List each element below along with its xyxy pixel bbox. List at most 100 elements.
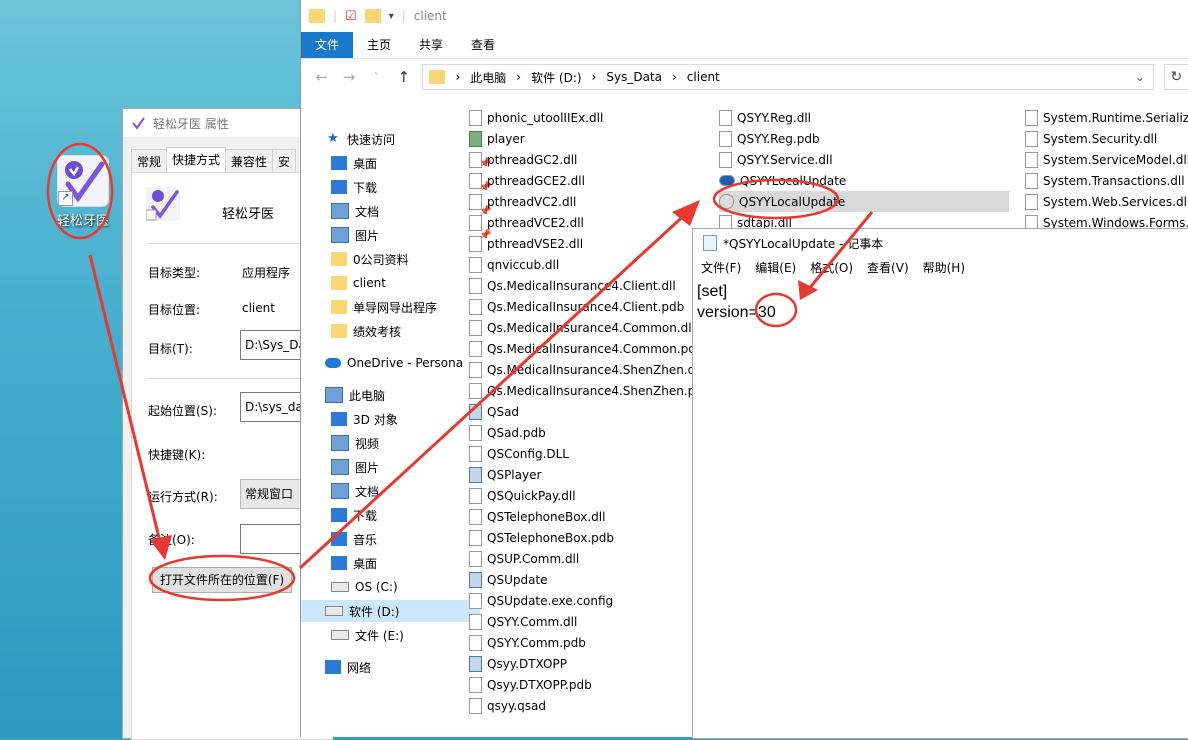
- new-folder-icon[interactable]: [364, 9, 381, 23]
- nav-item-label: 快速访问: [347, 132, 396, 147]
- tab-file[interactable]: 文件: [301, 32, 354, 58]
- nav-item[interactable]: 此电脑: [325, 384, 385, 406]
- file-item[interactable]: QSTelephoneBox.dll: [469, 506, 605, 527]
- file-item[interactable]: qnviccub.dll: [469, 254, 559, 275]
- breadcrumb-sys-data[interactable]: Sys_Data: [606, 70, 662, 84]
- tab-shortcut[interactable]: 快捷方式: [166, 147, 227, 173]
- file-item[interactable]: QSYY.Service.dll: [719, 149, 833, 170]
- file-item[interactable]: System.ServiceModel.dll: [1025, 149, 1188, 170]
- file-item[interactable]: pthreadGC2.dll: [469, 149, 577, 170]
- file-item[interactable]: QSad: [469, 401, 519, 422]
- file-item[interactable]: Qs.MedicalInsurance4.Common.pdb: [469, 338, 704, 359]
- file-item[interactable]: QSYY.Comm.dll: [469, 611, 577, 632]
- nav-item[interactable]: 桌面 📌: [331, 152, 491, 174]
- chevron-down-icon[interactable]: ▾: [389, 11, 394, 22]
- folder-icon[interactable]: [309, 9, 325, 23]
- chevron-down-icon[interactable]: ⌄: [1135, 70, 1145, 84]
- file-item[interactable]: Qs.MedicalInsurance4.ShenZhen.dll: [469, 359, 702, 380]
- file-item[interactable]: System.Runtime.Serializatio: [1025, 107, 1188, 128]
- nav-item[interactable]: 软件 (D:): [301, 600, 480, 622]
- notepad-titlebar[interactable]: *QSYYLocalUpdate - 记事本: [693, 229, 1188, 257]
- desktop-icon: [331, 156, 347, 170]
- breadcrumb-drive-d[interactable]: 软件 (D:): [531, 69, 581, 86]
- file-item[interactable]: Qsyy.DTXOPP: [469, 653, 567, 674]
- open-file-location-button[interactable]: 打开文件所在的位置(F): [152, 567, 292, 593]
- forward-arrow-icon[interactable]: →: [340, 68, 357, 86]
- nav-item[interactable]: 图片 📌: [331, 224, 491, 246]
- file-item[interactable]: QSYY.Reg.dll: [719, 107, 811, 128]
- nav-item[interactable]: 图片: [331, 456, 379, 478]
- file-item[interactable]: QSUpdate: [469, 569, 548, 590]
- menu-help[interactable]: 帮助(H): [923, 259, 965, 276]
- nav-item[interactable]: 文件 (E:): [331, 624, 404, 646]
- file-item[interactable]: QSYYLocalUpdate: [719, 191, 1009, 212]
- nav-item[interactable]: ★ 快速访问: [325, 128, 395, 150]
- nav-item[interactable]: 3D 对象: [331, 408, 398, 430]
- nav-item[interactable]: client: [331, 272, 386, 294]
- file-item[interactable]: Qs.MedicalInsurance4.Common.dll: [469, 317, 695, 338]
- properties-icon[interactable]: ☑: [345, 9, 357, 24]
- file-item[interactable]: QSYY.Reg.pdb: [719, 128, 820, 149]
- file-item[interactable]: Qs.MedicalInsurance4.Client.pdb: [469, 296, 684, 317]
- notepad-text-area[interactable]: [set] version=30: [693, 277, 1188, 327]
- file-item[interactable]: pthreadVCE2.dll: [469, 212, 584, 233]
- nav-item[interactable]: 下载 📌: [331, 176, 491, 198]
- breadcrumb-client[interactable]: client: [687, 70, 720, 84]
- nav-item-label: 桌面: [353, 156, 378, 171]
- up-arrow-icon[interactable]: ↑: [395, 68, 412, 86]
- nav-item[interactable]: 网络: [325, 656, 371, 678]
- file-icon: [1025, 193, 1038, 210]
- file-icon: [469, 445, 482, 462]
- file-icon: [719, 130, 732, 147]
- properties-titlebar[interactable]: 轻松牙医 属性: [123, 109, 323, 137]
- menu-edit[interactable]: 编辑(E): [755, 259, 796, 276]
- file-item[interactable]: QSUP.Comm.dll: [469, 548, 579, 569]
- file-item[interactable]: Qs.MedicalInsurance4.ShenZhen.pdb: [469, 380, 711, 401]
- tab-home[interactable]: 主页: [353, 32, 405, 58]
- tab-view[interactable]: 查看: [457, 32, 509, 58]
- file-item[interactable]: phonic_utoolIIEx.dll: [469, 107, 603, 128]
- file-item[interactable]: QSYYLocalUpdate: [719, 170, 846, 191]
- nav-item[interactable]: 下载: [331, 504, 377, 526]
- file-item[interactable]: player: [469, 128, 525, 149]
- tab-share[interactable]: 共享: [405, 32, 457, 58]
- nav-item[interactable]: 0公司资料: [331, 248, 409, 270]
- file-item[interactable]: Qs.MedicalInsurance4.Client.dll: [469, 275, 676, 296]
- breadcrumb-this-pc[interactable]: 此电脑: [470, 69, 506, 86]
- nav-item[interactable]: 文档: [331, 480, 379, 502]
- address-bar[interactable]: › 此电脑 › 软件 (D:) › Sys_Data › client ⌄: [422, 64, 1154, 90]
- file-item[interactable]: Qsyy.DTXOPP.pdb: [469, 674, 592, 695]
- desktop-shortcut[interactable]: ↗ 轻松牙医: [48, 150, 118, 229]
- nav-item[interactable]: 桌面: [331, 552, 377, 574]
- file-icon: [1025, 151, 1038, 168]
- file-item[interactable]: QSTelephoneBox.pdb: [469, 527, 614, 548]
- file-item[interactable]: pthreadGCE2.dll: [469, 170, 585, 191]
- nav-item[interactable]: 文档 📌: [331, 200, 491, 222]
- file-item[interactable]: System.Transactions.dll: [1025, 170, 1185, 191]
- file-item[interactable]: qsyy.qsad: [469, 695, 546, 716]
- file-item[interactable]: QSConfig.DLL: [469, 443, 569, 464]
- menu-file[interactable]: 文件(F): [701, 259, 741, 276]
- chevron-down-icon[interactable]: ˅: [368, 72, 385, 83]
- file-item[interactable]: System.Security.dll: [1025, 128, 1157, 149]
- refresh-icon[interactable]: ↻: [1163, 64, 1188, 90]
- file-item[interactable]: pthreadVC2.dll: [469, 191, 576, 212]
- file-name: System.Runtime.Serializatio: [1043, 110, 1188, 125]
- file-item[interactable]: QSad.pdb: [469, 422, 546, 443]
- nav-item[interactable]: OS (C:): [331, 576, 398, 598]
- nav-item[interactable]: OneDrive - Persona: [325, 352, 463, 374]
- nav-item[interactable]: 单导网导出程序: [331, 296, 437, 318]
- file-item[interactable]: System.Web.Services.dll: [1025, 191, 1188, 212]
- file-item[interactable]: QSUpdate.exe.config: [469, 590, 613, 611]
- nav-item[interactable]: 绩效考核: [331, 320, 401, 342]
- back-arrow-icon[interactable]: ←: [313, 68, 330, 86]
- file-icon: [1025, 130, 1038, 147]
- nav-item[interactable]: 视频: [331, 432, 379, 454]
- nav-item[interactable]: 音乐: [331, 528, 377, 550]
- file-item[interactable]: QSQuickPay.dll: [469, 485, 576, 506]
- menu-view[interactable]: 查看(V): [867, 259, 909, 276]
- menu-format[interactable]: 格式(O): [810, 259, 853, 276]
- file-item[interactable]: pthreadVSE2.dll: [469, 233, 583, 254]
- file-item[interactable]: QSPlayer: [469, 464, 541, 485]
- file-item[interactable]: QSYY.Comm.pdb: [469, 632, 586, 653]
